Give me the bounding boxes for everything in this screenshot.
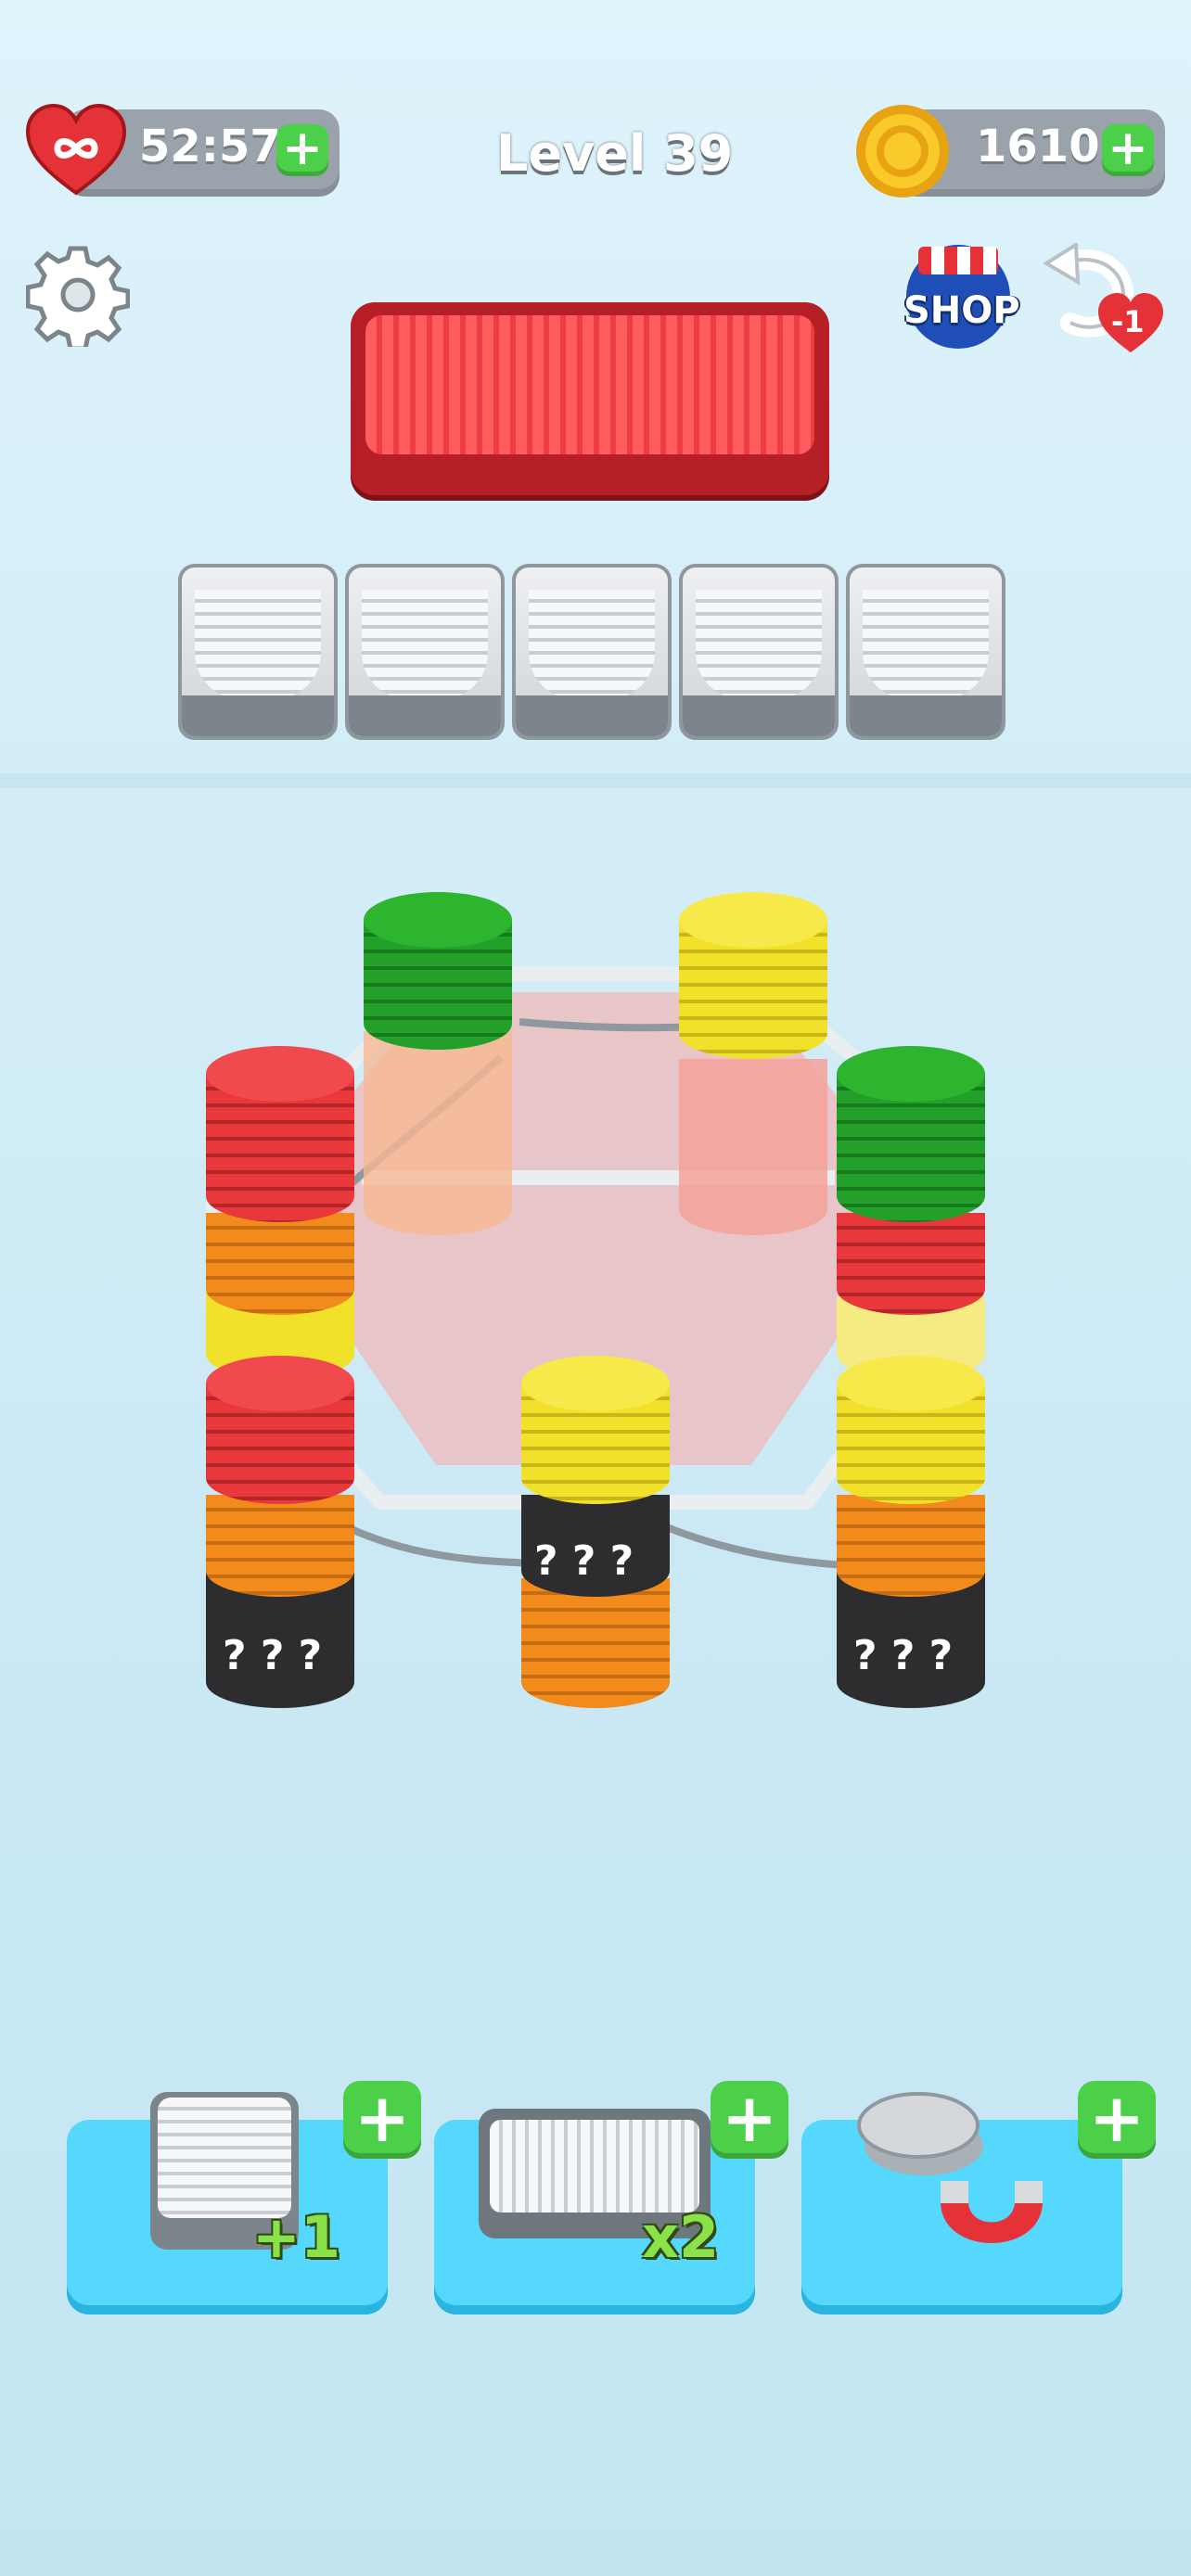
tray-inner bbox=[365, 315, 814, 454]
coin-stack[interactable]: ? ? ? bbox=[521, 1356, 670, 1717]
hidden-layer-marks: ? ? ? bbox=[223, 1632, 323, 1679]
add-coins-button[interactable]: + bbox=[1102, 124, 1154, 176]
dollar-coin-top-icon bbox=[364, 892, 512, 948]
undo-button[interactable]: -1 bbox=[1043, 241, 1165, 360]
dollar-coin-top-icon bbox=[206, 1046, 354, 1102]
coin-stack[interactable] bbox=[837, 1046, 985, 1398]
buy-booster-button[interactable]: + bbox=[343, 2081, 421, 2159]
coin-layer-orange bbox=[837, 1495, 985, 1597]
coin-stack[interactable] bbox=[679, 892, 827, 1244]
undo-cost: -1 bbox=[1111, 304, 1145, 339]
dollar-coin-top-icon bbox=[679, 892, 827, 948]
dollar-coin-top-icon bbox=[837, 1356, 985, 1411]
dollar-coin-top-icon bbox=[837, 1046, 985, 1102]
add-lives-button[interactable]: + bbox=[276, 124, 328, 176]
shop-label: SHOP bbox=[903, 289, 1020, 332]
booster-label: +1 bbox=[252, 2203, 341, 2271]
heart-infinity-icon bbox=[24, 102, 128, 198]
holding-slot[interactable] bbox=[846, 564, 1005, 740]
holding-slot[interactable] bbox=[345, 564, 505, 740]
coin-layer-orange bbox=[206, 1213, 354, 1315]
buy-booster-button[interactable]: + bbox=[1078, 2081, 1156, 2159]
coin-layer-orange bbox=[206, 1495, 354, 1597]
buy-booster-button[interactable]: + bbox=[711, 2081, 788, 2159]
holding-slot[interactable] bbox=[512, 564, 672, 740]
holding-slot[interactable] bbox=[178, 564, 338, 740]
holding-slot[interactable] bbox=[679, 564, 839, 740]
coin-stack[interactable] bbox=[364, 892, 512, 1244]
booster-double-tray[interactable]: x2 bbox=[434, 2109, 755, 2315]
gear-icon[interactable] bbox=[25, 243, 131, 351]
booster-magnet[interactable] bbox=[801, 2092, 1122, 2315]
divider bbox=[0, 773, 1191, 788]
coin-stack[interactable] bbox=[206, 1046, 354, 1398]
collection-tray bbox=[351, 302, 829, 495]
coin-stack[interactable]: ? ? ? bbox=[206, 1356, 354, 1717]
hidden-layer-marks: ? ? ? bbox=[853, 1632, 954, 1679]
coin-layer-orange bbox=[521, 1578, 670, 1708]
hidden-layer-marks: ? ? ? bbox=[534, 1537, 634, 1585]
lives-timer: 52:57 bbox=[139, 121, 281, 172]
dollar-coin-top-icon bbox=[521, 1356, 670, 1411]
shop-button[interactable]: SHOP bbox=[898, 237, 1020, 351]
coin-count: 1610 bbox=[976, 121, 1100, 172]
coin-icon bbox=[853, 102, 952, 200]
booster-label: x2 bbox=[642, 2203, 720, 2271]
coin-stack[interactable]: ? ? ? bbox=[837, 1356, 985, 1717]
booster-extra-slot[interactable]: +1 bbox=[67, 2092, 388, 2315]
magnet-icon bbox=[857, 2081, 1061, 2266]
dollar-coin-top-icon bbox=[206, 1356, 354, 1411]
level-title: Level 39 bbox=[496, 124, 734, 183]
coin-layer-red bbox=[837, 1213, 985, 1315]
coin-layer-red bbox=[679, 1059, 827, 1235]
coin-layer-orange bbox=[364, 1031, 512, 1235]
